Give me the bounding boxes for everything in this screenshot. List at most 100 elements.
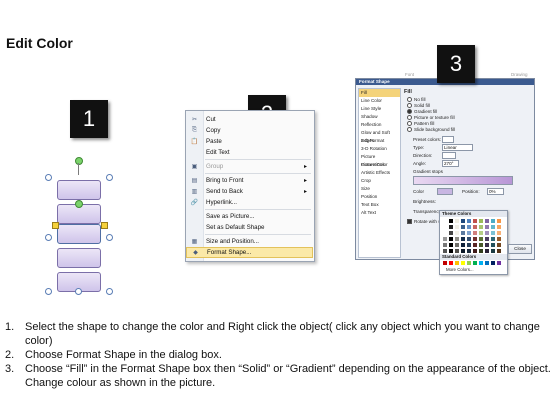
color-swatch[interactable]: [485, 237, 489, 241]
color-swatch[interactable]: [485, 231, 489, 235]
color-swatch[interactable]: [467, 225, 471, 229]
color-swatch[interactable]: [497, 237, 501, 241]
sidebar-item[interactable]: Picture Color: [359, 161, 400, 169]
sidebar-item[interactable]: Position: [359, 193, 400, 201]
color-swatch[interactable]: [485, 261, 489, 265]
direction-dropdown[interactable]: [442, 152, 456, 159]
sidebar-item[interactable]: Shadow: [359, 113, 400, 121]
fill-option-radio[interactable]: Picture or texture fill: [407, 115, 455, 121]
color-swatch[interactable]: [479, 231, 483, 235]
color-swatch[interactable]: [491, 225, 495, 229]
color-swatch[interactable]: [473, 249, 477, 253]
color-swatch[interactable]: [467, 231, 471, 235]
color-swatch[interactable]: [455, 237, 459, 241]
fill-option-radio[interactable]: No fill: [407, 97, 426, 103]
color-swatch[interactable]: [491, 249, 495, 253]
menu-item-6[interactable]: ▥ Send to Back ▸: [186, 186, 313, 197]
color-swatch[interactable]: [491, 243, 495, 247]
shape-stack[interactable]: [40, 157, 120, 300]
sidebar-item[interactable]: Picture Corrections: [359, 153, 400, 167]
color-swatch[interactable]: [443, 261, 447, 265]
menu-item-5[interactable]: ▤ Bring to Front ▸: [186, 175, 313, 186]
color-swatch[interactable]: [455, 249, 459, 253]
color-swatch[interactable]: [485, 249, 489, 253]
color-swatch[interactable]: [443, 219, 447, 223]
color-swatch[interactable]: [473, 219, 477, 223]
adjust-handle[interactable]: [101, 222, 108, 229]
color-swatch[interactable]: [479, 237, 483, 241]
color-swatch[interactable]: [467, 243, 471, 247]
color-swatch[interactable]: [449, 231, 453, 235]
color-swatch[interactable]: [479, 261, 483, 265]
color-swatch[interactable]: [455, 219, 459, 223]
resize-handle[interactable]: [45, 234, 52, 241]
color-swatch[interactable]: [455, 225, 459, 229]
preset-dropdown[interactable]: [442, 136, 454, 143]
sidebar-item[interactable]: Line Color: [359, 97, 400, 105]
color-swatch[interactable]: [449, 225, 453, 229]
menu-item-2[interactable]: 📋 Paste: [186, 136, 313, 147]
color-swatch[interactable]: [455, 261, 459, 265]
menu-item-8[interactable]: Save as Picture...: [186, 211, 313, 222]
resize-handle[interactable]: [45, 174, 52, 181]
color-swatch[interactable]: [467, 219, 471, 223]
color-swatch[interactable]: [485, 243, 489, 247]
position-field[interactable]: 0%: [487, 188, 504, 195]
color-swatch[interactable]: [443, 243, 447, 247]
color-swatch[interactable]: [461, 231, 465, 235]
fill-option-radio[interactable]: Slide background fill: [407, 127, 455, 133]
color-swatch[interactable]: [497, 249, 501, 253]
fill-option-radio[interactable]: Gradient fill: [407, 109, 437, 115]
color-swatch[interactable]: [491, 219, 495, 223]
type-dropdown[interactable]: Linear: [442, 144, 473, 151]
menu-item-3[interactable]: Edit Text: [186, 147, 313, 158]
rotation-handle[interactable]: [75, 200, 83, 208]
color-swatch[interactable]: [479, 219, 483, 223]
color-swatch[interactable]: [443, 237, 447, 241]
color-swatch[interactable]: [449, 237, 453, 241]
menu-item-0[interactable]: ✂ Cut: [186, 114, 313, 125]
resize-handle[interactable]: [106, 234, 113, 241]
color-picker-button[interactable]: [437, 188, 453, 195]
sidebar-item[interactable]: 3-D Rotation: [359, 145, 400, 153]
flow-shape[interactable]: [57, 248, 101, 268]
color-swatch[interactable]: [467, 249, 471, 253]
color-swatch[interactable]: [443, 225, 447, 229]
color-swatch[interactable]: [443, 249, 447, 253]
color-swatch[interactable]: [473, 261, 477, 265]
color-swatch[interactable]: [473, 225, 477, 229]
color-swatch[interactable]: [497, 231, 501, 235]
menu-item-4[interactable]: ▣ Group ▸: [186, 161, 313, 172]
resize-handle[interactable]: [106, 174, 113, 181]
color-swatch[interactable]: [497, 219, 501, 223]
sidebar-item[interactable]: Fill: [359, 89, 400, 97]
sidebar-item[interactable]: Line Style: [359, 105, 400, 113]
color-swatch[interactable]: [461, 249, 465, 253]
color-swatch[interactable]: [491, 231, 495, 235]
more-colors-link[interactable]: More Colors...: [446, 267, 474, 272]
menu-item-1[interactable]: ⎘ Copy: [186, 125, 313, 136]
sidebar-item[interactable]: Crop: [359, 177, 400, 185]
sidebar-item[interactable]: Artistic Effects: [359, 169, 400, 177]
color-swatch[interactable]: [461, 261, 465, 265]
color-swatch[interactable]: [461, 225, 465, 229]
color-swatch[interactable]: [479, 225, 483, 229]
sidebar-item[interactable]: Alt Text: [359, 209, 400, 217]
angle-field[interactable]: 270°: [442, 160, 459, 167]
menu-item-10[interactable]: ▦ Size and Position...: [186, 236, 313, 247]
color-swatch[interactable]: [485, 219, 489, 223]
color-swatch[interactable]: [449, 261, 453, 265]
sidebar-item[interactable]: Size: [359, 185, 400, 193]
color-swatch[interactable]: [473, 237, 477, 241]
color-swatch[interactable]: [461, 243, 465, 247]
color-swatch[interactable]: [491, 261, 495, 265]
color-swatch[interactable]: [455, 243, 459, 247]
resize-handle[interactable]: [106, 288, 113, 295]
close-button[interactable]: Close: [508, 244, 532, 254]
color-swatch[interactable]: [449, 219, 453, 223]
color-swatch[interactable]: [455, 231, 459, 235]
fill-option-radio[interactable]: Solid fill: [407, 103, 430, 109]
color-swatch[interactable]: [461, 237, 465, 241]
color-swatch[interactable]: [497, 243, 501, 247]
adjust-handle[interactable]: [52, 222, 59, 229]
